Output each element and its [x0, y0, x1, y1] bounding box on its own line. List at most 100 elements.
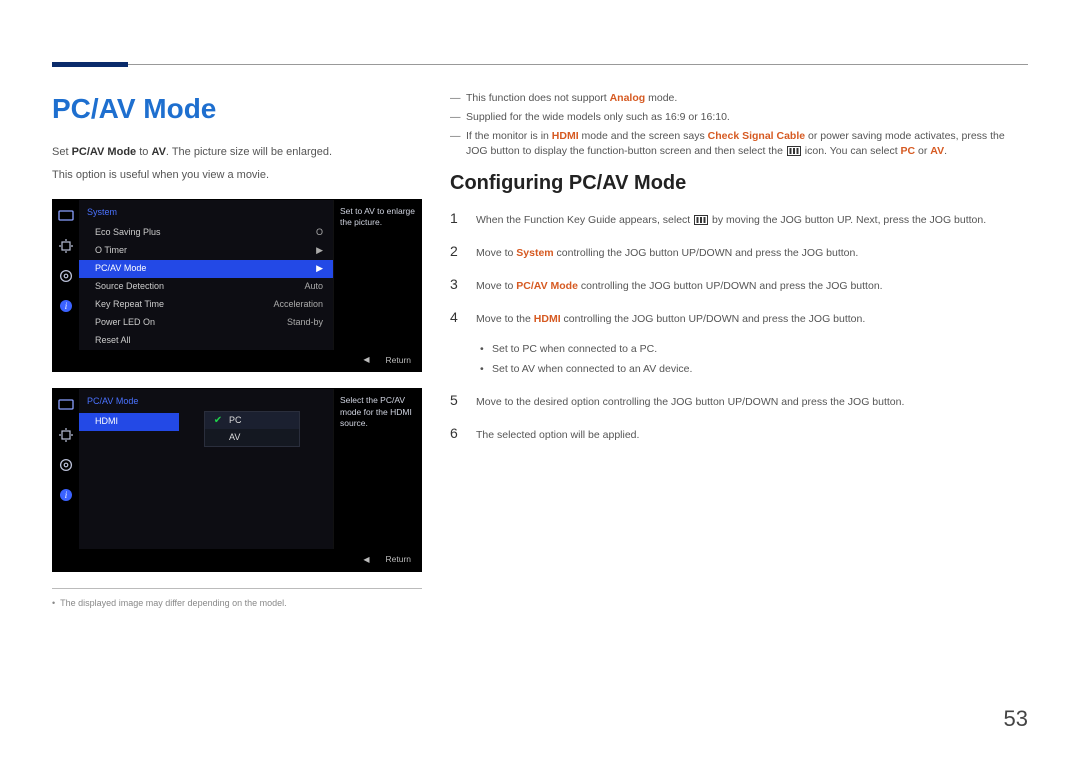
text-highlight: PC: [901, 145, 916, 157]
osd-item-label: PC/AV Mode: [95, 262, 146, 276]
step-text: When the Function Key Guide appears, sel…: [476, 210, 1028, 229]
osd-menu-list: PC/AV Mode HDMI ✔ PC AV: [79, 389, 333, 549]
osd-item-label: O Timer: [95, 244, 127, 258]
osd-return-label: Return: [385, 354, 411, 367]
text: controlling the JOG button UP/DOWN and p…: [561, 313, 866, 325]
step-number: 4: [450, 307, 464, 328]
footnote-rule: [52, 588, 422, 589]
osd-popup-option-selected: ✔ PC: [205, 412, 299, 429]
check-icon: ✔: [213, 416, 223, 426]
text: This function does not support: [466, 92, 610, 104]
osd-item-value: Stand-by: [287, 316, 323, 330]
osd-menu-item: O Timer ▶: [79, 242, 333, 260]
step-2: 2 Move to System controlling the JOG but…: [450, 241, 1028, 262]
text: by moving the JOG button UP. Next, press…: [709, 214, 986, 226]
intro-line-1: Set PC/AV Mode to AV. The picture size w…: [52, 144, 422, 161]
text: Move to the: [476, 313, 534, 325]
check-placeholder: [213, 433, 223, 443]
menu-icon: [694, 215, 708, 225]
step-3: 3 Move to PC/AV Mode controlling the JOG…: [450, 274, 1028, 295]
back-arrow-icon: ◀: [363, 554, 369, 566]
screen-adjust-icon: [57, 238, 75, 254]
osd-popup-option: AV: [205, 429, 299, 446]
step-text: Move to the HDMI controlling the JOG but…: [476, 309, 1028, 328]
text-bold: AV: [151, 146, 165, 158]
osd-footer: ◀ Return: [53, 350, 421, 372]
right-column: This function does not support Analog mo…: [450, 88, 1028, 611]
info-icon: i: [57, 298, 75, 314]
picture-icon: [57, 397, 75, 413]
osd-menu-item: Reset All: [79, 332, 333, 350]
step-1: 1 When the Function Key Guide appears, s…: [450, 208, 1028, 229]
page-title: PC/AV Mode: [52, 88, 422, 130]
step-number: 5: [450, 390, 464, 411]
osd-menu-header: System: [79, 200, 333, 224]
text: If the monitor is in: [466, 130, 552, 142]
osd-item-value: ▶: [316, 262, 323, 276]
page-number: 53: [1004, 702, 1028, 735]
text: Move to: [476, 280, 516, 292]
osd-item-value: Acceleration: [273, 298, 323, 312]
step-text: Move to System controlling the JOG butto…: [476, 243, 1028, 262]
text: When the Function Key Guide appears, sel…: [476, 214, 693, 226]
steps-list: 1 When the Function Key Guide appears, s…: [450, 208, 1028, 328]
osd-item-value: Auto: [304, 280, 323, 294]
osd-item-label: Reset All: [95, 334, 131, 348]
text: controlling the JOG button UP/DOWN and p…: [578, 280, 883, 292]
text-highlight: HDMI: [552, 130, 579, 142]
text-highlight: Analog: [610, 92, 646, 104]
text: mode.: [645, 92, 677, 104]
step-6: 6 The selected option will be applied.: [450, 423, 1028, 444]
osd-hint-panel: Select the PC/AV mode for the HDMI sourc…: [333, 389, 421, 549]
text: .: [944, 145, 947, 157]
step-text: Move to the desired option controlling t…: [476, 392, 1028, 411]
osd-screenshot-system: i System Eco Saving PlusO O Timer ▶ PC/AV…: [52, 199, 422, 372]
text: mode and the screen says: [579, 130, 708, 142]
step-4: 4 Move to the HDMI controlling the JOG b…: [450, 307, 1028, 328]
gear-icon: [57, 268, 75, 284]
back-arrow-icon: ◀: [363, 354, 369, 366]
step-text: The selected option will be applied.: [476, 425, 1028, 444]
step-5: 5 Move to the desired option controlling…: [450, 390, 1028, 411]
text-highlight: PC/AV Mode: [516, 280, 578, 292]
osd-menu-list: System Eco Saving PlusO O Timer ▶ PC/AV M…: [79, 200, 333, 350]
osd-return-label: Return: [385, 553, 411, 566]
text-highlight: System: [516, 247, 553, 259]
menu-icon: [787, 146, 801, 156]
step-number: 3: [450, 274, 464, 295]
osd-menu-item-selected: PC/AV Mode ▶: [79, 260, 333, 278]
text: controlling the JOG button UP/DOWN and p…: [554, 247, 859, 259]
osd-menu-item: Eco Saving PlusO: [79, 224, 333, 242]
step-number: 6: [450, 423, 464, 444]
sub-bullets: Set to PC when connected to a PC. Set to…: [480, 340, 1028, 380]
osd-item-label: Source Detection: [95, 280, 164, 294]
text: Move to: [476, 247, 516, 259]
step-number: 2: [450, 241, 464, 262]
text: to: [136, 146, 151, 158]
osd-sidebar-icons: i: [53, 200, 79, 350]
osd-item-label: HDMI: [95, 415, 118, 429]
osd-menu-item-selected: HDMI: [79, 413, 179, 431]
text-bold: PC/AV Mode: [72, 146, 137, 158]
info-icon: i: [57, 487, 75, 503]
osd-sidebar-icons: i: [53, 389, 79, 549]
text: icon. You can select: [802, 145, 901, 157]
osd-menu-item: Key Repeat TimeAcceleration: [79, 296, 333, 314]
text-highlight: AV: [930, 145, 944, 157]
text-highlight: HDMI: [534, 313, 561, 325]
osd-option-popup: ✔ PC AV: [204, 411, 300, 447]
left-column: PC/AV Mode Set PC/AV Mode to AV. The pic…: [52, 88, 422, 611]
header-accent-bar: [52, 62, 128, 67]
text: . The picture size will be enlarged.: [166, 146, 332, 158]
picture-icon: [57, 208, 75, 224]
osd-item-label: Power LED On: [95, 316, 155, 330]
osd-item-value: ▶: [316, 244, 323, 258]
note-3: If the monitor is in HDMI mode and the s…: [450, 129, 1028, 161]
text: Set: [52, 146, 72, 158]
osd-item-label: Eco Saving Plus: [95, 226, 161, 240]
gear-icon: [57, 457, 75, 473]
osd-hint-panel: Set to AV to enlarge the picture.: [333, 200, 421, 350]
sub-bullet: Set to PC when connected to a PC.: [480, 340, 1028, 360]
osd-popup-option-label: AV: [229, 431, 240, 445]
osd-footer: ◀ Return: [53, 549, 421, 571]
